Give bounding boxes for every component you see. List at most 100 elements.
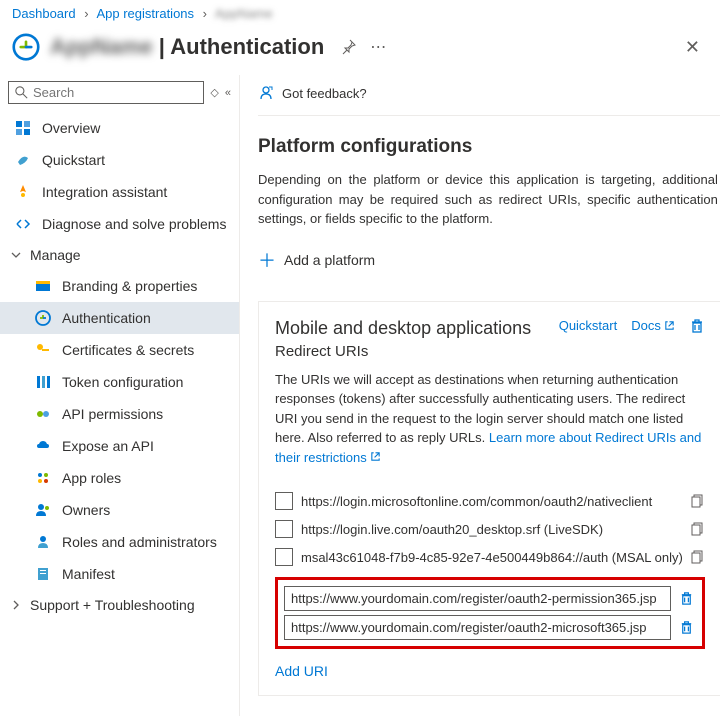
uri-input[interactable]: https://www.yourdomain.com/register/oaut… (284, 586, 671, 611)
nav-label: Overview (42, 120, 100, 136)
highlighted-uris: https://www.yourdomain.com/register/oaut… (275, 577, 705, 649)
nav-token[interactable]: Token configuration (0, 366, 239, 398)
nav-label: App roles (62, 470, 121, 486)
token-icon (34, 373, 52, 391)
page-title-row: AppName | Authentication ⋯ ✕ (0, 27, 720, 75)
search-box[interactable] (8, 81, 204, 104)
chevron-right-icon: › (203, 6, 207, 21)
copy-icon[interactable] (691, 550, 705, 564)
add-uri-link[interactable]: Add URI (275, 663, 328, 679)
nav-overview[interactable]: Overview (0, 112, 239, 144)
nav-label: Manifest (62, 566, 115, 582)
diagnose-icon (14, 215, 32, 233)
chevron-right-icon: › (84, 6, 88, 21)
delete-uri-button[interactable] (677, 589, 696, 608)
feedback-link[interactable]: Got feedback? (258, 79, 720, 116)
nav-label: Authentication (62, 310, 151, 326)
more-icon[interactable]: ⋯ (370, 37, 386, 57)
copy-icon[interactable] (691, 494, 705, 508)
nav-manifest[interactable]: Manifest (0, 558, 239, 590)
feedback-icon (258, 85, 274, 101)
owners-icon (34, 501, 52, 519)
external-link-icon (370, 451, 381, 462)
uri-text: https://login.live.com/oauth20_desktop.s… (301, 522, 683, 537)
plus-icon: ＋ (258, 247, 276, 273)
pin-icon[interactable] (340, 39, 356, 55)
breadcrumb-dashboard[interactable]: Dashboard (12, 6, 76, 21)
nav-label: Quickstart (42, 152, 105, 168)
nav-label: Certificates & secrets (62, 342, 194, 358)
custom-uri-row: https://www.yourdomain.com/register/oaut… (284, 584, 696, 613)
search-input[interactable] (33, 85, 197, 100)
add-platform-button[interactable]: ＋ Add a platform (258, 247, 720, 273)
expand-icon[interactable]: ◇ (210, 86, 218, 99)
nav-branding[interactable]: Branding & properties (0, 270, 239, 302)
search-icon (15, 86, 28, 99)
chevron-right-icon (10, 599, 24, 611)
card-subtitle: Redirect URIs (275, 343, 705, 360)
delete-platform-button[interactable] (689, 318, 705, 334)
delete-uri-button[interactable] (677, 618, 696, 637)
uri-text: https://login.microsoftonline.com/common… (301, 494, 683, 509)
copy-icon[interactable] (691, 522, 705, 536)
uri-input[interactable]: https://www.yourdomain.com/register/oaut… (284, 615, 671, 640)
nav-label: Owners (62, 502, 110, 518)
roles-icon (34, 469, 52, 487)
uri-row: https://login.microsoftonline.com/common… (275, 487, 705, 515)
nav-label: API permissions (62, 406, 163, 422)
nav-support-toggle[interactable]: Support + Troubleshooting (0, 590, 239, 620)
breadcrumb-current: AppName (215, 6, 273, 21)
nav-owners[interactable]: Owners (0, 494, 239, 526)
external-link-icon (664, 320, 675, 331)
nav-label: Integration assistant (42, 184, 167, 200)
nav-manage-toggle[interactable]: Manage (0, 240, 239, 270)
nav-app-roles[interactable]: App roles (0, 462, 239, 494)
custom-uri-row: https://www.yourdomain.com/register/oaut… (284, 613, 696, 642)
app-icon (12, 33, 40, 61)
key-icon (34, 341, 52, 359)
close-icon[interactable]: ✕ (685, 37, 708, 58)
nav-diagnose[interactable]: Diagnose and solve problems (0, 208, 239, 240)
feedback-label: Got feedback? (282, 86, 367, 101)
add-platform-label: Add a platform (284, 252, 375, 268)
docs-link[interactable]: Docs (631, 318, 675, 333)
nav-certificates[interactable]: Certificates & secrets (0, 334, 239, 366)
section-heading: Platform configurations (258, 136, 720, 158)
nav-label: Branding & properties (62, 278, 197, 294)
checkbox[interactable] (275, 548, 293, 566)
quickstart-link[interactable]: Quickstart (559, 318, 618, 333)
overview-icon (14, 119, 32, 137)
uri-row: https://login.live.com/oauth20_desktop.s… (275, 515, 705, 543)
breadcrumb: Dashboard › App registrations › AppName (0, 0, 720, 27)
uri-text: msal43c61048-f7b9-4c85-92e7-4e500449b864… (301, 550, 683, 565)
breadcrumb-appregs[interactable]: App registrations (96, 6, 194, 21)
page-title: AppName | Authentication (50, 34, 324, 60)
section-description: Depending on the platform or device this… (258, 170, 720, 229)
branding-icon (34, 277, 52, 295)
admin-icon (34, 533, 52, 551)
nav-integration[interactable]: Integration assistant (0, 176, 239, 208)
auth-icon (34, 309, 52, 327)
sidebar: ◇ « Overview Quickstart Integration assi… (0, 75, 240, 716)
nav-api-permissions[interactable]: API permissions (0, 398, 239, 430)
nav-expose-api[interactable]: Expose an API (0, 430, 239, 462)
card-title: Mobile and desktop applications (275, 318, 531, 339)
nav-label: Manage (30, 247, 81, 263)
nav-label: Support + Troubleshooting (30, 597, 195, 613)
uri-row: msal43c61048-f7b9-4c85-92e7-4e500449b864… (275, 543, 705, 571)
checkbox[interactable] (275, 492, 293, 510)
card-description: The URIs we will accept as destinations … (275, 370, 705, 468)
collapse-icon[interactable]: « (225, 87, 231, 99)
quickstart-icon (14, 151, 32, 169)
nav-label: Diagnose and solve problems (42, 216, 226, 232)
nav-label: Roles and administrators (62, 534, 217, 550)
nav-label: Token configuration (62, 374, 183, 390)
chevron-down-icon (10, 249, 24, 261)
platform-card: Mobile and desktop applications Quicksta… (258, 301, 720, 697)
rocket-icon (14, 183, 32, 201)
nav-authentication[interactable]: Authentication (0, 302, 239, 334)
nav-roles-admin[interactable]: Roles and administrators (0, 526, 239, 558)
nav-quickstart[interactable]: Quickstart (0, 144, 239, 176)
checkbox[interactable] (275, 520, 293, 538)
cloud-icon (34, 437, 52, 455)
